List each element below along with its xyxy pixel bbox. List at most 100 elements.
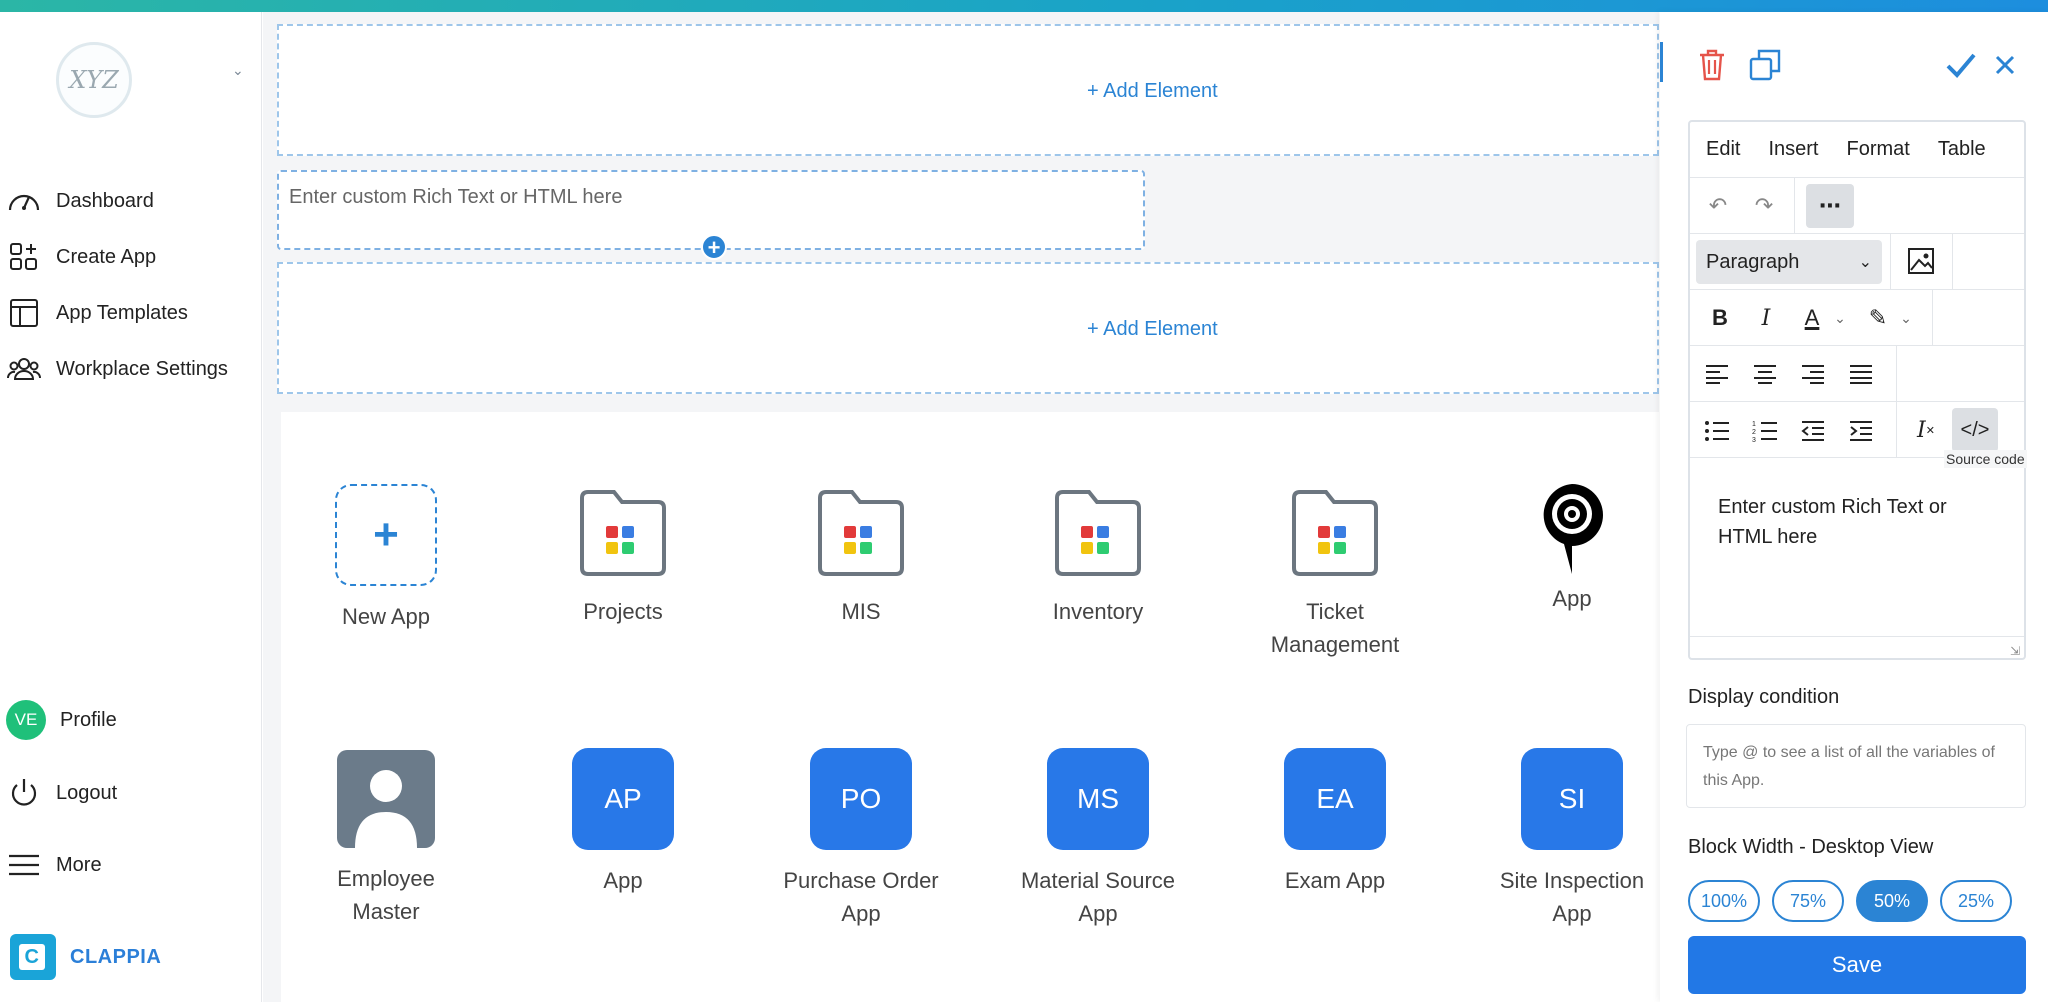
avatar: VE [6, 700, 46, 740]
sidebar-item-dashboard[interactable]: Dashboard [6, 184, 154, 218]
app-label: Purchase Order App [783, 868, 939, 926]
template-icon [10, 299, 38, 327]
numbered-list-icon[interactable]: 123 [1752, 420, 1778, 442]
empty-block-top[interactable]: + Add Element [277, 24, 1659, 156]
folder-icon [1055, 490, 1141, 576]
app-label: Employee Master [337, 866, 435, 924]
power-icon [11, 779, 37, 806]
block-format-select[interactable]: Paragraph ⌄ [1696, 240, 1882, 284]
top-accent-bar [0, 0, 2048, 12]
add-element-button[interactable]: + Add Element [1087, 318, 1218, 341]
save-button[interactable]: Save [1688, 936, 2026, 994]
app-tile-inventory[interactable]: Inventory [988, 488, 1208, 628]
width-option-100[interactable]: 100% [1688, 880, 1760, 922]
app-tile-purchase-order[interactable]: PO Purchase Order App [751, 748, 971, 930]
builder-canvas: + Add Element Enter custom Rich Text or … [263, 12, 1659, 1002]
add-element-button[interactable]: + Add Element [1087, 80, 1218, 103]
sidebar-item-more[interactable]: More [6, 848, 102, 882]
indent-icon[interactable] [1848, 420, 1874, 442]
bold-icon[interactable]: B [1702, 300, 1738, 336]
redo-icon[interactable]: ↷ [1746, 188, 1782, 224]
sidebar-item-profile[interactable]: VE Profile [6, 700, 117, 740]
source-code-icon[interactable]: </> [1952, 408, 1998, 452]
clear-format-icon[interactable]: I ✕ [1908, 412, 1944, 448]
svg-text:2: 2 [1752, 429, 1756, 436]
sidebar-item-logout[interactable]: Logout [6, 776, 117, 810]
logo-text: XYZ [69, 66, 119, 94]
app-label: App [1552, 586, 1592, 611]
app-label: New App [341, 604, 431, 629]
app-tile-mis[interactable]: MIS [751, 488, 971, 628]
width-option-75[interactable]: 75% [1772, 880, 1844, 922]
app-tile-exam[interactable]: EA Exam App [1225, 748, 1445, 897]
sidebar-item-workplace-settings[interactable]: Workplace Settings [6, 352, 228, 386]
chevron-down-icon[interactable]: ⌄ [1888, 300, 1924, 336]
app-tile-projects[interactable]: Projects [513, 488, 733, 628]
align-justify-icon[interactable] [1848, 364, 1874, 384]
close-icon[interactable] [1994, 54, 2016, 76]
person-icon [337, 750, 435, 848]
italic-icon[interactable]: I [1748, 300, 1784, 336]
plus-icon: + [335, 484, 437, 586]
toolbar-row-align [1690, 346, 2024, 402]
sidebar: XYZ ⌄ Dashboard Create App App Templates… [0, 12, 262, 1002]
app-tile-ap[interactable]: AP App [513, 748, 733, 897]
add-block-icon[interactable]: + [701, 234, 727, 260]
app-label: Inventory [1052, 599, 1144, 624]
app-label: Material Source App [1020, 868, 1176, 926]
app-tile-ticket-management[interactable]: Ticket Management [1225, 488, 1445, 661]
outdent-icon[interactable] [1800, 420, 1826, 442]
undo-icon[interactable]: ↶ [1700, 188, 1736, 224]
app-tile-site-inspection[interactable]: SI Site Inspection App [1462, 748, 1682, 930]
panel-drag-handle[interactable] [1660, 42, 1663, 82]
properties-panel: Edit Insert Format Table ↶ ↷ ⋯ Paragraph… [1660, 12, 2048, 1002]
folder-icon [580, 490, 666, 576]
svg-text:3: 3 [1752, 437, 1756, 442]
app-label: Exam App [1284, 868, 1386, 893]
menu-table[interactable]: Table [1938, 138, 1986, 161]
menu-insert[interactable]: Insert [1768, 138, 1818, 161]
align-right-icon[interactable] [1800, 364, 1826, 384]
app-badge: PO [810, 748, 912, 850]
app-badge: MS [1047, 748, 1149, 850]
app-badge: SI [1521, 748, 1623, 850]
chevron-down-icon[interactable]: ⌄ [232, 62, 244, 79]
empty-block-bottom[interactable]: + Add Element [277, 262, 1659, 394]
block-width-label: Block Width - Desktop View [1688, 836, 1934, 858]
chevron-down-icon: ⌄ [1858, 254, 1872, 271]
more-toolbar-icon[interactable]: ⋯ [1806, 184, 1854, 228]
image-icon[interactable] [1906, 246, 1936, 276]
app-tile-app[interactable]: App [1462, 482, 1682, 615]
chevron-down-icon[interactable]: ⌄ [1822, 300, 1858, 336]
toolbar-row-text: B I A ⌄ ✎ ⌄ [1690, 290, 2024, 346]
check-icon[interactable] [1946, 52, 1976, 78]
resize-handle-icon[interactable]: ⇲ [2010, 644, 2020, 658]
grid-plus-icon [10, 243, 37, 270]
hamburger-menu-icon [9, 854, 39, 876]
sidebar-item-label: Profile [60, 708, 117, 731]
menu-edit[interactable]: Edit [1706, 138, 1740, 161]
sidebar-item-label: Logout [56, 781, 118, 804]
align-center-icon[interactable] [1752, 364, 1778, 384]
align-left-icon[interactable] [1704, 364, 1730, 384]
app-label: MIS [841, 599, 881, 624]
width-option-25[interactable]: 25% [1940, 880, 2012, 922]
editor-content[interactable]: Enter custom Rich Text or HTML here [1718, 492, 1998, 552]
workspace-logo[interactable]: XYZ [56, 42, 132, 118]
bullet-list-icon[interactable] [1704, 420, 1730, 442]
app-tile-employee-master[interactable]: Employee Master [276, 750, 496, 928]
app-tile-new-app[interactable]: + New App [276, 484, 496, 633]
trash-icon[interactable] [1696, 48, 1728, 82]
sidebar-item-app-templates[interactable]: App Templates [6, 296, 188, 330]
sidebar-item-label: Create App [56, 245, 157, 268]
duplicate-icon[interactable] [1748, 48, 1782, 82]
editor-statusbar: ⇲ [1690, 636, 2024, 660]
app-tile-material-source[interactable]: MS Material Source App [988, 748, 1208, 930]
app-label: App [603, 868, 643, 893]
brand-logo: C CLAPPIA [10, 934, 161, 980]
toolbar-row-block: Paragraph ⌄ [1690, 234, 2024, 290]
display-condition-input[interactable]: Type @ to see a list of all the variable… [1686, 724, 2026, 808]
menu-format[interactable]: Format [1847, 138, 1910, 161]
sidebar-item-create-app[interactable]: Create App [6, 240, 156, 274]
width-option-50[interactable]: 50% [1856, 880, 1928, 922]
